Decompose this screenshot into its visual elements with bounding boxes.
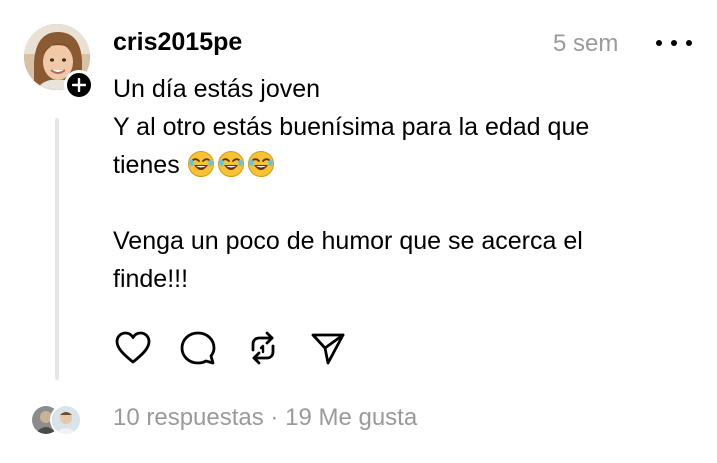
heart-icon: [115, 331, 151, 364]
timestamp: 5 sem: [553, 30, 619, 57]
rofl-emoji: [187, 151, 214, 177]
dot-icon: [686, 40, 692, 46]
post-text-line: Venga un poco de humor que se acerca el: [113, 227, 583, 255]
post-text-segment: tienes: [113, 151, 180, 179]
more-options-button[interactable]: [656, 32, 692, 54]
like-button[interactable]: [113, 328, 153, 368]
post-text-line: Un día estás joven: [113, 75, 321, 103]
post-stats: 10 respuestas · 19 Me gusta: [113, 404, 417, 432]
thread-line: [55, 118, 59, 380]
replies-count[interactable]: 10 respuestas: [113, 404, 264, 431]
post-text-line: Y al otro estás buenísima para la edad q…: [113, 113, 590, 141]
send-icon: [311, 333, 345, 365]
stats-separator: ·: [263, 404, 286, 431]
action-bar: [113, 328, 373, 368]
rofl-emoji: [247, 151, 274, 177]
post-text-line: finde!!!: [113, 265, 189, 293]
post-body: Un día estás joven Y al otro estás buení…: [113, 70, 673, 298]
plus-icon: [72, 78, 86, 92]
dot-icon: [671, 40, 677, 46]
repost-icon: [251, 331, 275, 365]
emoji-group: [187, 151, 277, 179]
avatar-photo: [52, 406, 80, 434]
rofl-emoji: [217, 151, 244, 177]
dot-icon: [656, 40, 662, 46]
thread-post: cris2015pe 5 sem Un día estás joven Y al…: [0, 0, 717, 463]
likes-count[interactable]: 19 Me gusta: [285, 404, 417, 431]
comment-icon: [180, 331, 216, 365]
reply-avatar: [50, 404, 82, 436]
follow-button[interactable]: [64, 70, 94, 100]
reply-avatars[interactable]: [30, 402, 84, 436]
username[interactable]: cris2015pe: [113, 28, 242, 57]
repost-button[interactable]: [243, 328, 283, 368]
comment-button[interactable]: [178, 328, 218, 368]
post-text-line: tienes: [113, 146, 673, 184]
share-button[interactable]: [308, 328, 348, 368]
